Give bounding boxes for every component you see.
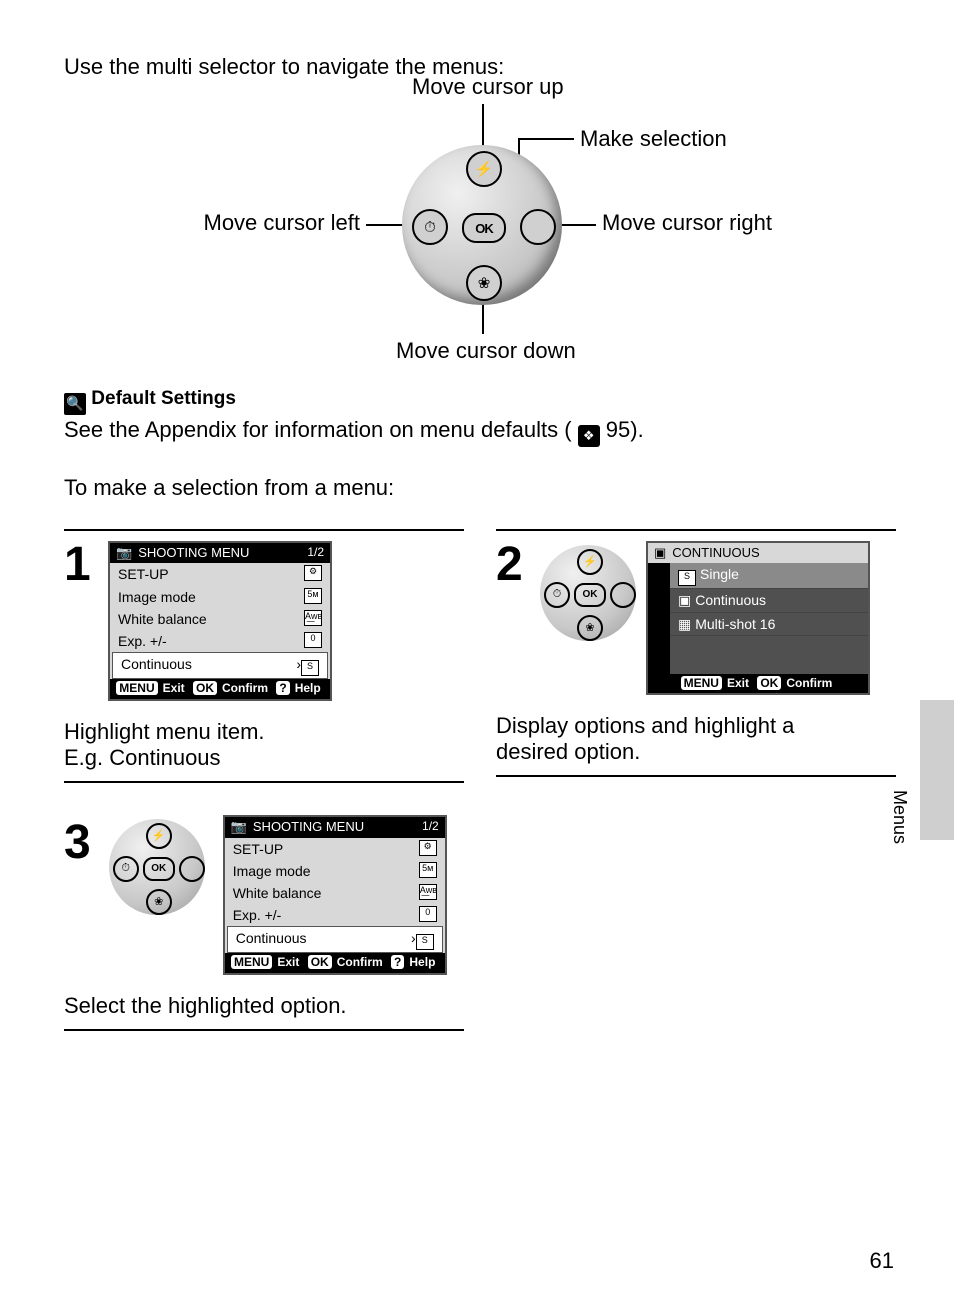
lcd2-footer: MENUExit OKConfirm bbox=[648, 674, 868, 694]
mini-ok-icon: OK bbox=[574, 583, 606, 607]
label-right: Move cursor right bbox=[602, 210, 772, 236]
tip-body: See the Appendix for information on menu… bbox=[64, 417, 900, 447]
step-2-caption-l1: Display options and highlight a bbox=[496, 713, 896, 739]
lcd-shooting-menu-3: 📷 SHOOTING MENU 1/2 SET-UP⚙ Image mode5ᴍ… bbox=[223, 815, 447, 975]
step-3-caption: Select the highlighted option. bbox=[64, 993, 464, 1019]
dpad-down-button[interactable]: ❀ bbox=[466, 265, 502, 301]
mini-down-icon: ❀ bbox=[577, 615, 603, 641]
step-3: 3 ⚡ ⏱ OK ❀ 📷 SHOOTING MENU 1/2 SET-UP⚙ I… bbox=[64, 815, 464, 1031]
lcd2-opt-2: ▦Multi-shot 16 bbox=[670, 613, 868, 636]
dpad-left-button[interactable]: ⏱ bbox=[412, 209, 448, 245]
step-2-number: 2 bbox=[496, 541, 530, 589]
lcd1-row-4-selected: Continuous›S bbox=[112, 652, 328, 679]
lcd2-opt-1: ▣Continuous bbox=[670, 589, 868, 612]
mini3-down-icon: ❀ bbox=[146, 889, 172, 915]
mini-selector-2: ⚡ ⏱ OK ❀ bbox=[540, 545, 636, 641]
camera-icon-2: 📷 bbox=[231, 819, 247, 836]
step-1: 1 📷 SHOOTING MENU 1/2 SET-UP⚙ Image mode… bbox=[64, 529, 464, 793]
lcd2-side-tab bbox=[648, 563, 670, 673]
tip-title: Default Settings bbox=[91, 388, 236, 409]
lcd1-row-1: Image mode5ᴍ bbox=[110, 586, 330, 608]
camera-icon: 📷 bbox=[116, 545, 132, 562]
step-2: 2 ⚡ ⏱ OK ❀ ▣ CONTINUOUS SSingle ▣Co bbox=[496, 529, 896, 793]
side-section-label: Menus bbox=[889, 790, 910, 844]
line-select bbox=[518, 138, 574, 140]
step-1-sub: E.g. Continuous bbox=[64, 745, 464, 771]
step-1-caption: Highlight menu item. bbox=[64, 719, 464, 745]
tip-ref: 95 bbox=[606, 417, 630, 442]
lcd3-footer: MENUExit OKConfirm ?Help bbox=[225, 953, 445, 973]
lcd2-opt-0-selected: SSingle bbox=[670, 563, 868, 589]
ok-button[interactable]: OK bbox=[462, 213, 506, 243]
multi-selector-diagram: Move cursor up Make selection Move curso… bbox=[172, 80, 792, 370]
tip-heading: 🔍 Default Settings bbox=[64, 388, 900, 415]
lcd2-title: CONTINUOUS bbox=[672, 545, 759, 562]
step-2-caption-l2: desired option. bbox=[496, 739, 896, 765]
lcd-shooting-menu-1: 📷 SHOOTING MENU 1/2 SET-UP⚙ Image mode5ᴍ… bbox=[108, 541, 332, 701]
magnifier-icon: 🔍 bbox=[64, 393, 86, 415]
mini3-up-icon: ⚡ bbox=[146, 823, 172, 849]
step-1-number: 1 bbox=[64, 541, 98, 589]
lcd1-title: SHOOTING MENU bbox=[138, 545, 249, 562]
lcd1-row-3: Exp. +/-0 bbox=[110, 630, 330, 652]
lcd-continuous-menu: ▣ CONTINUOUS SSingle ▣Continuous ▦Multi-… bbox=[646, 541, 870, 696]
page-number: 61 bbox=[870, 1248, 894, 1274]
mini-selector-3: ⚡ ⏱ OK ❀ bbox=[109, 819, 205, 915]
mini-left-icon: ⏱ bbox=[544, 582, 570, 608]
xref-icon: ❖ bbox=[578, 425, 600, 447]
dpad-right-button[interactable] bbox=[520, 209, 556, 245]
label-down: Move cursor down bbox=[396, 338, 576, 364]
lcd3-row-4-selected: Continuous›S bbox=[227, 926, 443, 953]
lcd1-page: 1/2 bbox=[307, 545, 324, 561]
line-right bbox=[556, 224, 596, 226]
tip-post: ). bbox=[630, 417, 643, 442]
mini3-ok-icon: OK bbox=[143, 857, 175, 881]
lcd1-footer: MENUExit OKConfirm ?Help bbox=[110, 679, 330, 699]
lcd3-row-1: Image mode5ᴍ bbox=[225, 860, 445, 882]
lcd1-row-0: SET-UP⚙ bbox=[110, 563, 330, 585]
label-select: Make selection bbox=[580, 126, 727, 152]
lcd3-row-0: SET-UP⚙ bbox=[225, 838, 445, 860]
lcd3-title: SHOOTING MENU bbox=[253, 819, 364, 836]
label-left: Move cursor left bbox=[172, 210, 360, 236]
tip-pre: See the Appendix for information on menu… bbox=[64, 417, 572, 442]
selector-disc: ⚡ ⏱ OK ❀ bbox=[402, 145, 562, 305]
lcd3-page: 1/2 bbox=[422, 819, 439, 835]
line-up bbox=[482, 104, 484, 150]
lcd3-row-2: White balanceA͟wʙ bbox=[225, 882, 445, 904]
dpad-up-button[interactable]: ⚡ bbox=[466, 151, 502, 187]
lead-text: To make a selection from a menu: bbox=[64, 475, 900, 501]
lcd3-row-3: Exp. +/-0 bbox=[225, 904, 445, 926]
mini-right-icon bbox=[610, 582, 636, 608]
lcd1-row-2: White balanceA͟wʙ bbox=[110, 608, 330, 630]
mini3-left-icon: ⏱ bbox=[113, 856, 139, 882]
burst-icon: ▣ bbox=[654, 545, 666, 562]
side-thumb-tab bbox=[920, 700, 954, 840]
step-3-number: 3 bbox=[64, 815, 91, 870]
label-up: Move cursor up bbox=[412, 74, 564, 100]
mini-up-icon: ⚡ bbox=[577, 549, 603, 575]
mini3-right-icon bbox=[179, 856, 205, 882]
